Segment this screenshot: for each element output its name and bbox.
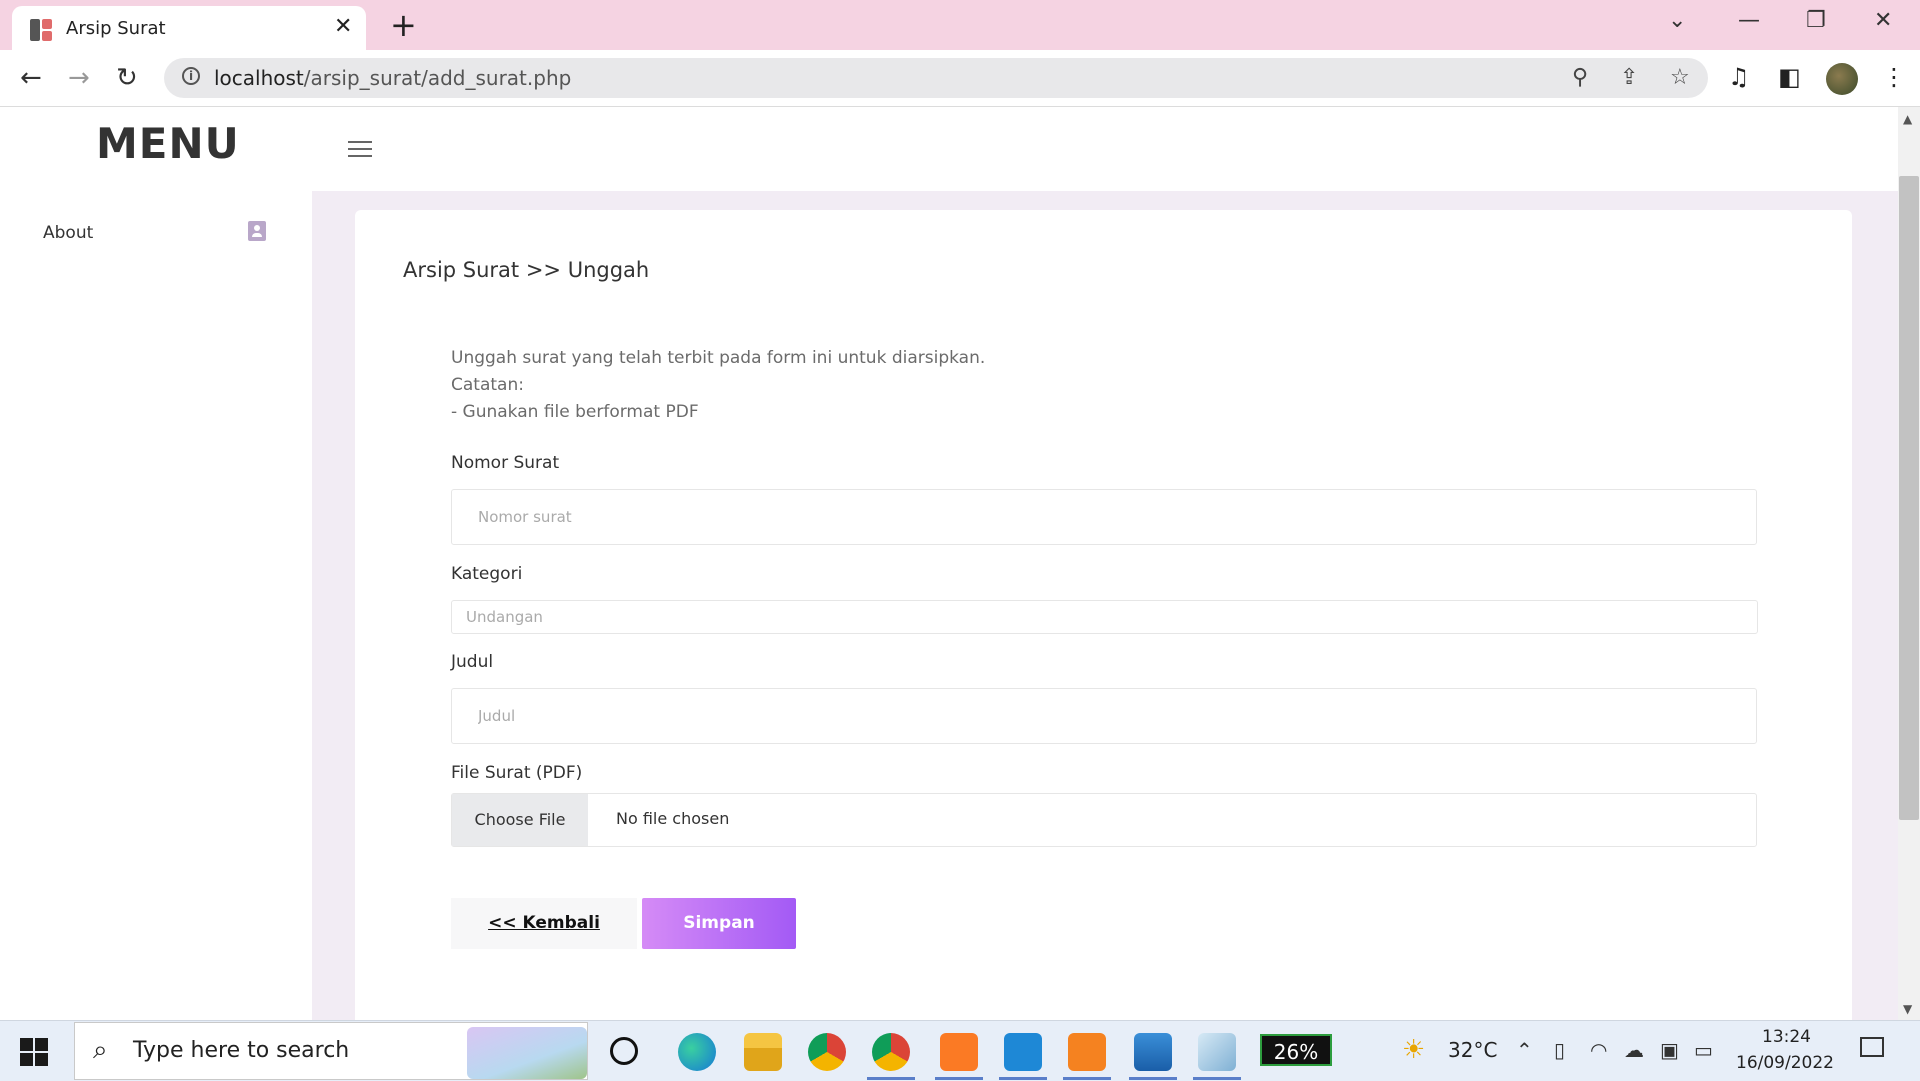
search-highlight-illustration [467,1027,587,1079]
save-button[interactable]: Simpan [642,898,796,949]
chrome-profile-icon[interactable] [872,1033,910,1071]
clock-time[interactable]: 13:24 [1762,1027,1811,1047]
page-topbar: MENU [0,107,1898,191]
scroll-down-arrow-icon[interactable]: ▼ [1903,1002,1912,1016]
site-info-icon[interactable]: i [182,67,200,85]
meet-icon[interactable]: ▯ [1554,1038,1565,1062]
wifi-icon[interactable]: ◠ [1590,1038,1607,1062]
forward-arrow-icon[interactable]: → [68,64,90,92]
url-text[interactable]: localhost/arsip_surat/add_surat.php [214,66,571,90]
weather-sun-icon[interactable]: ☀ [1402,1035,1425,1065]
tab-title: Arsip Surat [66,18,166,39]
breadcrumb: Arsip Surat >> Unggah [403,258,650,282]
notification-center-icon[interactable] [1860,1037,1884,1057]
battery-percentage-badge: 26% [1260,1034,1332,1066]
site-favicon-icon [30,19,52,41]
file-surat-label: File Surat (PDF) [451,763,583,783]
vscode-icon[interactable] [1004,1033,1042,1071]
pdf-app-icon[interactable] [1068,1033,1106,1071]
show-hidden-icons-chevron-icon[interactable]: ⌃ [1516,1038,1533,1062]
weather-temperature[interactable]: 32°C [1448,1038,1497,1062]
windows-taskbar: ⌕ Type here to search 26% ☀ 32°C ⌃ ▯ ◠ ☁… [0,1020,1920,1081]
restore-window-icon[interactable]: ❐ [1806,8,1826,34]
scroll-up-arrow-icon[interactable]: ▲ [1903,112,1912,126]
onedrive-cloud-icon[interactable]: ☁ [1624,1038,1644,1062]
bookmark-star-icon[interactable]: ☆ [1670,64,1690,92]
upload-form-card: Arsip Surat >> Unggah Unggah surat yang … [355,210,1852,1020]
search-icon: ⌕ [93,1035,108,1065]
share-icon[interactable]: ⇪ [1620,64,1638,92]
nomor-surat-input[interactable] [451,489,1757,545]
tab-search-chevron-icon[interactable]: ⌄ [1668,8,1686,34]
new-tab-icon[interactable]: + [390,8,417,42]
nomor-surat-label: Nomor Surat [451,453,560,473]
photos-icon[interactable] [1134,1033,1172,1071]
back-arrow-icon[interactable]: ← [20,64,42,92]
side-panel-icon[interactable]: ◧ [1778,62,1801,92]
more-options-icon[interactable]: ⋮ [1882,62,1906,92]
notepad-icon[interactable] [1198,1033,1236,1071]
zoom-icon[interactable]: ⚲ [1572,64,1588,92]
kategori-label: Kategori [451,564,523,584]
contact-card-icon[interactable] [248,221,266,241]
cortana-icon[interactable] [610,1037,638,1065]
minimize-window-icon[interactable]: — [1738,8,1760,34]
windows-start-icon[interactable] [20,1038,48,1066]
chrome-icon[interactable] [808,1033,846,1071]
choose-file-button[interactable]: Choose File [452,794,588,846]
browser-tab[interactable]: Arsip Surat ✕ [12,6,366,50]
close-window-icon[interactable]: ✕ [1874,8,1892,34]
browser-toolbar: ← → ↻ i localhost/arsip_surat/add_surat.… [0,50,1920,107]
reload-icon[interactable]: ↻ [116,64,138,92]
taskbar-search-box[interactable]: ⌕ Type here to search [74,1022,588,1080]
edge-browser-icon[interactable] [678,1033,716,1071]
profile-avatar[interactable] [1826,63,1858,95]
hamburger-menu-icon[interactable] [348,141,372,159]
sidebar: About [0,191,312,1020]
sidebar-item-about[interactable]: About [43,223,93,243]
judul-label: Judul [451,652,494,672]
xampp-icon[interactable] [940,1033,978,1071]
browser-tab-strip: Arsip Surat ✕ + ⌄ — ❐ ✕ [0,0,1920,50]
taskbar-search-placeholder: Type here to search [133,1038,350,1063]
url-host: localhost [214,66,304,90]
scrollbar-thumb[interactable] [1899,176,1919,820]
clock-date[interactable]: 16/09/2022 [1736,1053,1834,1073]
intro-line-3: - Gunakan file berformat PDF [451,402,699,422]
menu-heading: MENU [96,119,240,168]
back-button[interactable]: << Kembali [451,898,637,949]
kategori-select[interactable]: Undangan [451,600,1758,634]
file-upload-field[interactable]: Choose File No file chosen [451,793,1757,847]
intro-line-1: Unggah surat yang telah terbit pada form… [451,348,986,368]
close-tab-icon[interactable]: ✕ [334,14,352,40]
page-content: MENU About Arsip Surat >> Unggah Unggah … [0,107,1898,1020]
file-status-text: No file chosen [616,809,730,828]
judul-input[interactable] [451,688,1757,744]
battery-icon[interactable]: ▭ [1694,1038,1713,1062]
file-explorer-icon[interactable] [744,1033,782,1071]
url-path: /arsip_surat/add_surat.php [303,66,572,90]
form-instructions: Unggah surat yang telah terbit pada form… [451,345,985,426]
address-bar[interactable]: i localhost/arsip_surat/add_surat.php ⚲ … [164,58,1708,98]
media-control-icon[interactable]: ♫ [1728,62,1750,92]
display-icon[interactable]: ▣ [1660,1038,1679,1062]
intro-line-2: Catatan: [451,375,524,395]
